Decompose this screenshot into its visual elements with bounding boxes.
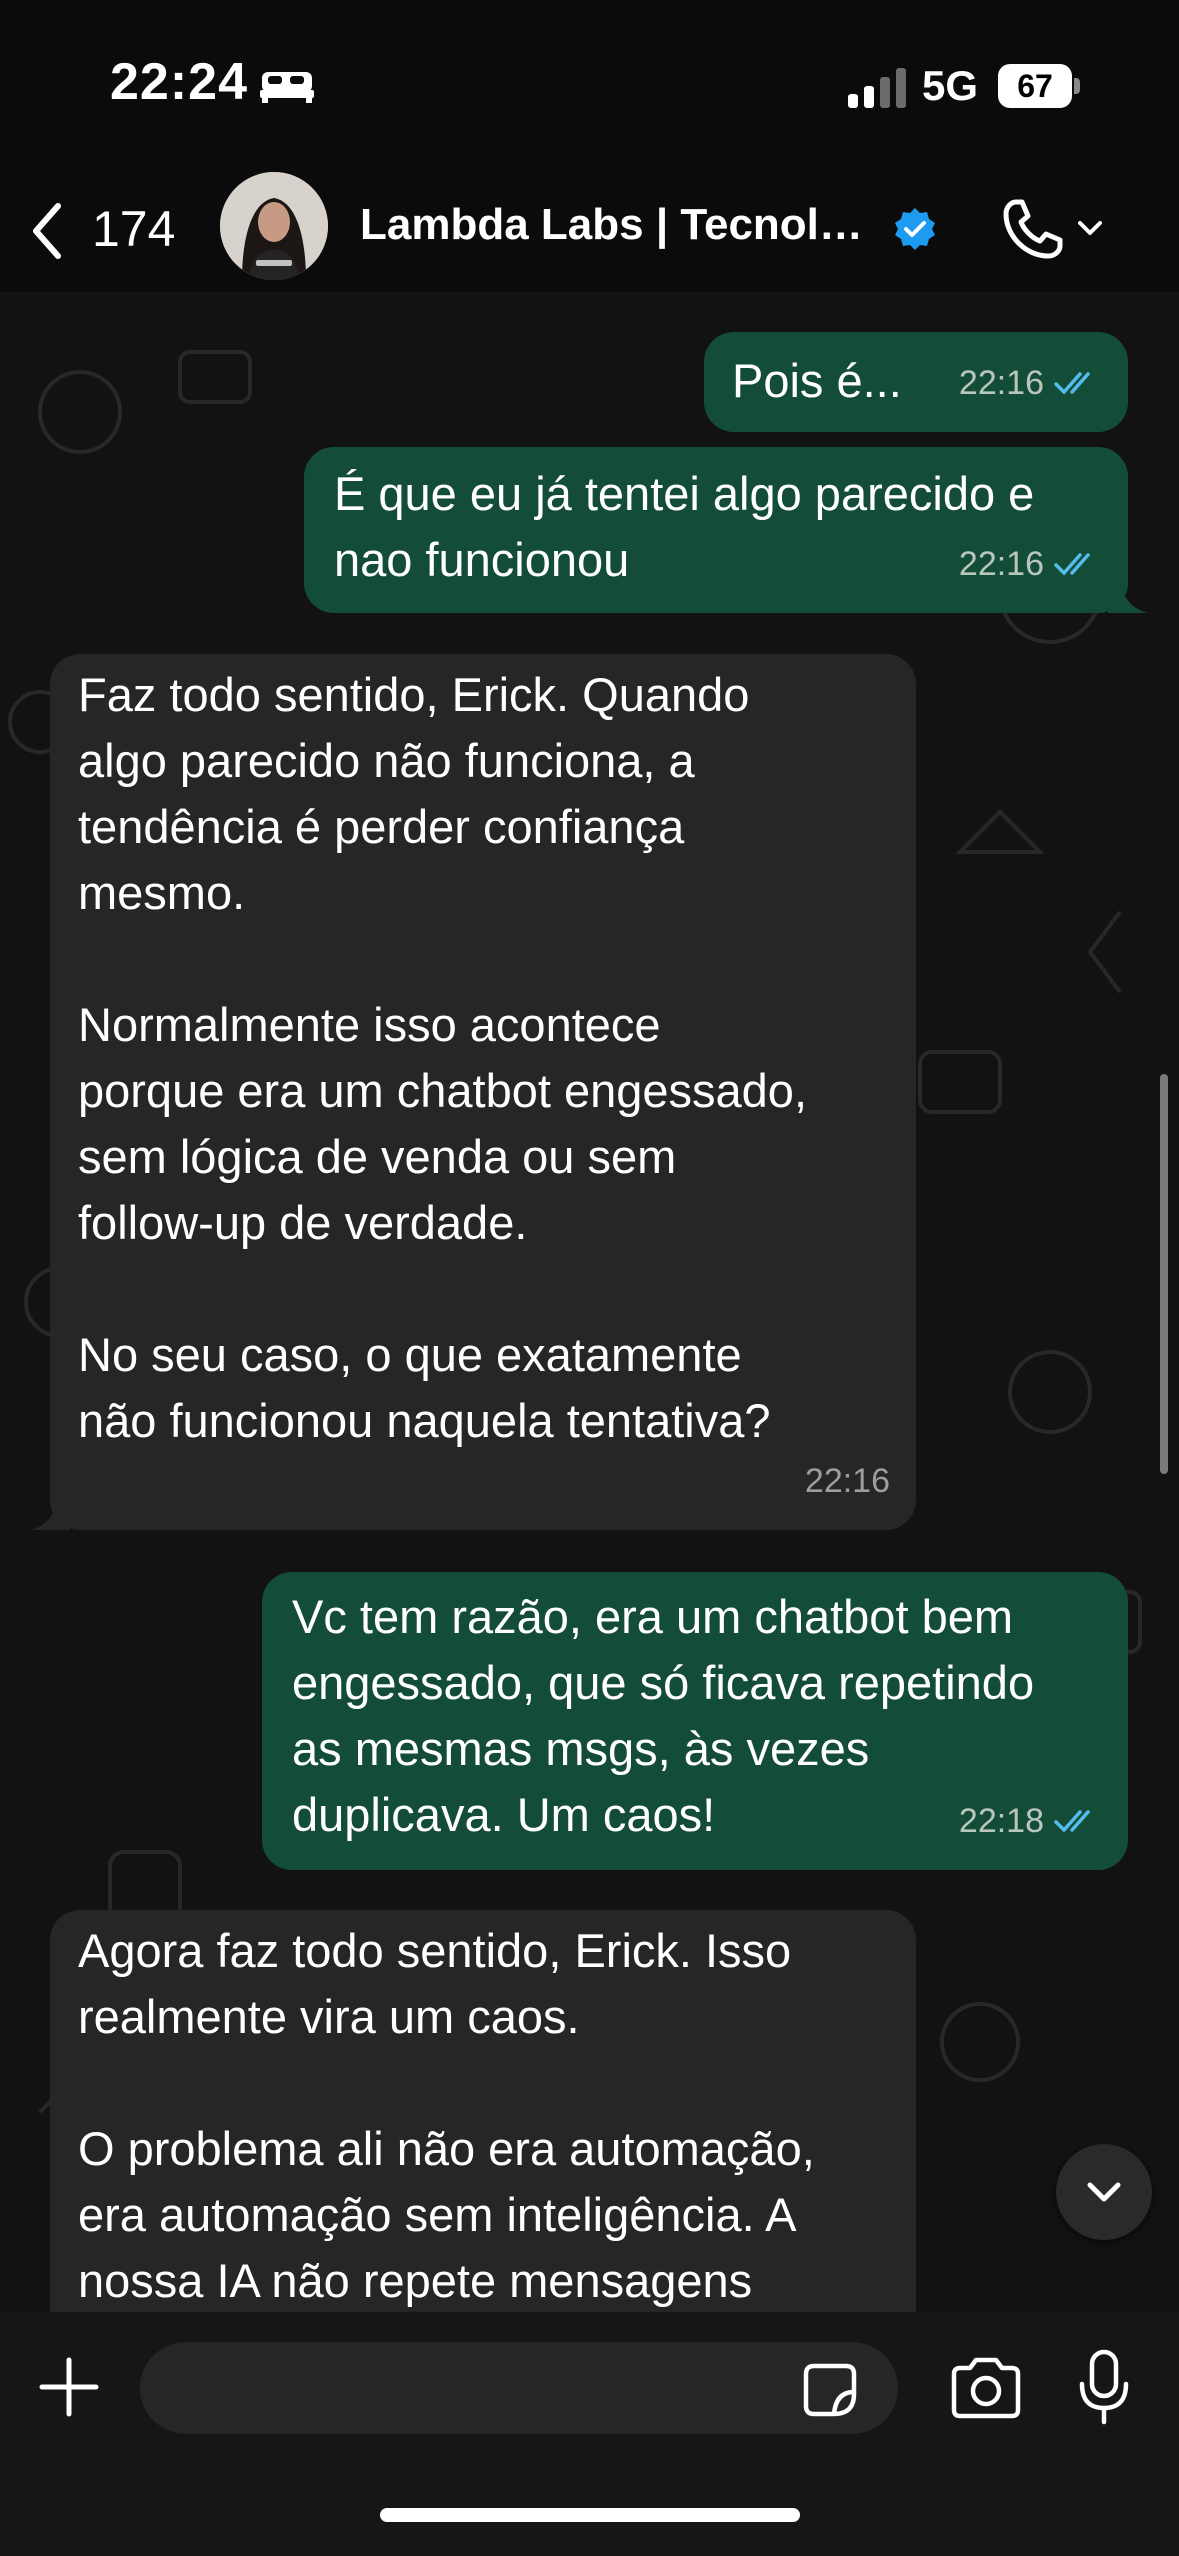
message-meta: 22:16 — [959, 531, 1102, 597]
message-bubble-outgoing[interactable]: Pois é... 22:16 — [704, 332, 1128, 432]
bubble-tail — [1108, 573, 1148, 613]
read-receipt-icon — [1054, 553, 1090, 576]
message-text: É que eu já tentei algo parecido e nao f… — [334, 467, 1035, 586]
message-time: 22:16 — [958, 545, 1044, 583]
battery-level: 67 — [1017, 68, 1053, 104]
battery-icon: 67 — [998, 64, 1080, 108]
status-time: 22:24 — [110, 53, 248, 111]
message-bubble-incoming[interactable]: Faz todo sentido, Erick. Quando algo par… — [50, 654, 916, 1530]
verified-badge-icon — [895, 208, 935, 250]
back-chevron-icon[interactable] — [22, 196, 74, 266]
read-receipt-icon — [1054, 1810, 1090, 1833]
home-indicator — [380, 2508, 800, 2522]
message-meta: 22:16 — [805, 1448, 890, 1514]
message-input[interactable] — [140, 2342, 898, 2434]
chat-area[interactable]: Pois é... 22:16 É que eu já tentei algo … — [0, 292, 1179, 2312]
message-time: 22:18 — [958, 1802, 1044, 1840]
message-text: Agora faz todo sentido, Erick. Isso real… — [78, 1924, 815, 2307]
read-receipt-icon — [1054, 372, 1090, 395]
bed-icon — [260, 72, 314, 103]
scrollbar[interactable] — [1160, 1074, 1168, 1474]
camera-icon[interactable] — [948, 2356, 1024, 2420]
message-text: Pois é... — [732, 354, 902, 407]
scroll-to-bottom-button[interactable] — [1056, 2144, 1152, 2240]
message-meta: 22:16 — [959, 350, 1102, 416]
contact-name[interactable]: Lambda Labs | Tecnolo... — [360, 200, 870, 250]
contact-avatar[interactable] — [220, 172, 328, 280]
bubble-tail — [30, 1490, 70, 1530]
message-meta: 22:18 — [959, 1788, 1102, 1854]
message-bubble-outgoing[interactable]: É que eu já tentei algo parecido e nao f… — [304, 447, 1128, 613]
message-time: 22:16 — [958, 364, 1044, 402]
message-bubble-outgoing[interactable]: Vc tem razão, era um chatbot bem engessa… — [262, 1572, 1128, 1870]
message-text: Vc tem razão, era um chatbot bem engessa… — [292, 1590, 1035, 1841]
plus-icon[interactable] — [36, 2354, 102, 2420]
network-type: 5G — [922, 62, 979, 109]
message-bubble-incoming[interactable]: Agora faz todo sentido, Erick. Isso real… — [50, 1910, 916, 2312]
chat-header: 174 Lambda Labs | Tecnolo... — [0, 170, 1179, 292]
status-bar: 22:24 5G 67 — [0, 0, 1179, 170]
sticker-icon[interactable] — [800, 2360, 860, 2420]
unread-count[interactable]: 174 — [92, 200, 175, 258]
message-time: 22:16 — [804, 1462, 890, 1500]
composer-bar — [0, 2312, 1179, 2556]
chevron-down-icon — [1087, 2182, 1121, 2202]
cellular-signal-icon — [848, 68, 906, 108]
phone-icon[interactable] — [998, 194, 1068, 264]
microphone-icon[interactable] — [1076, 2348, 1132, 2426]
chevron-down-icon[interactable] — [1074, 212, 1106, 244]
message-text: Faz todo sentido, Erick. Quando algo par… — [78, 668, 808, 1447]
